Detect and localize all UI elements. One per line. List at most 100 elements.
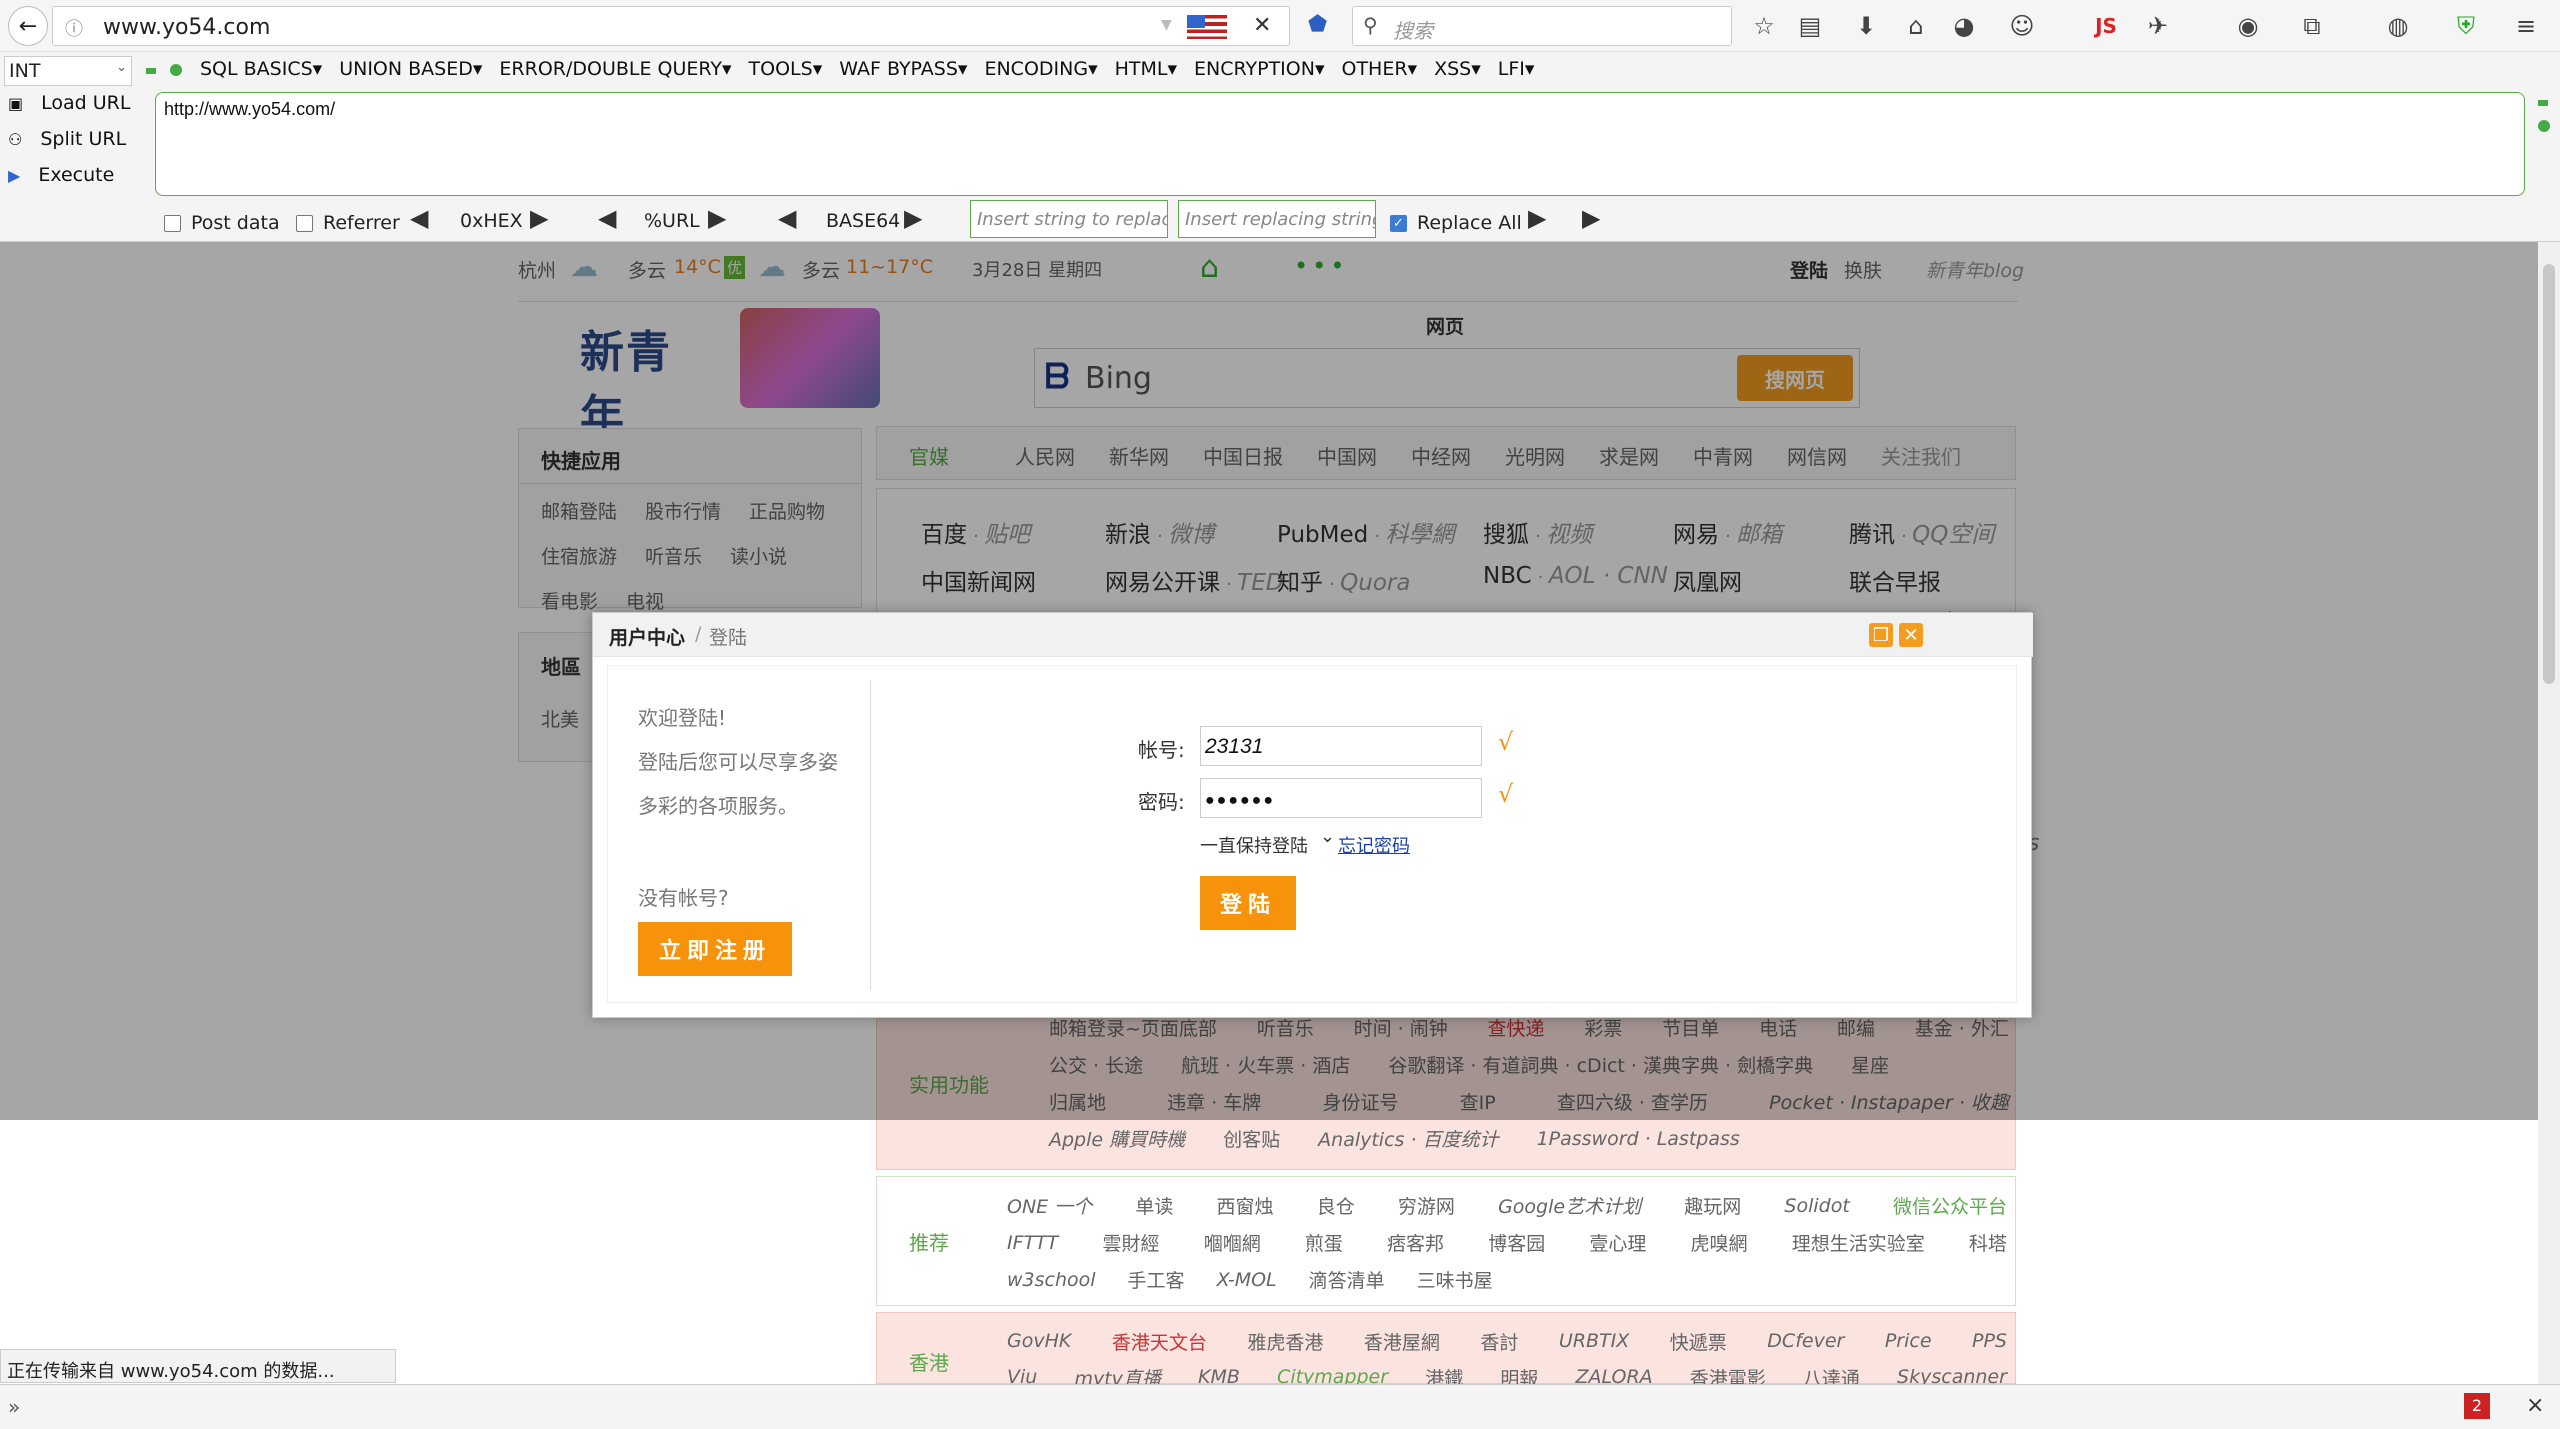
bookmark-star-icon[interactable]: ☆	[1748, 10, 1780, 42]
register-button[interactable]: 立即注册	[638, 922, 792, 976]
link-item[interactable]: 嗰嗰網	[1204, 1229, 1261, 1256]
load-url-button[interactable]: ▣ Load URL	[8, 92, 130, 114]
replace-all-checkbox[interactable]: ✓ Replace All	[1390, 212, 1522, 234]
chevron-down-icon[interactable]: ⌄	[1320, 826, 1335, 847]
link-item[interactable]: 香港屋網	[1364, 1328, 1440, 1355]
extension-icon[interactable]: ⬟	[1308, 12, 1327, 37]
link-item[interactable]: 博客园	[1488, 1229, 1545, 1256]
hackbar-menu-0[interactable]: SQL BASICS▾	[200, 58, 322, 80]
post-data-checkbox[interactable]: Post data	[164, 212, 280, 234]
link-item[interactable]: X-MOL	[1217, 1269, 1277, 1291]
link-item[interactable]: 痞客邦	[1387, 1229, 1444, 1256]
decode-left-arrow-icon[interactable]: ◀	[410, 204, 428, 232]
reading-list-icon[interactable]: ▤	[1794, 10, 1826, 42]
replace-search-input[interactable]: Insert string to replace	[970, 200, 1168, 238]
minus-icon[interactable]	[146, 68, 156, 74]
link-item[interactable]: w3school	[1007, 1269, 1096, 1291]
link-item[interactable]: 雅虎香港	[1247, 1328, 1323, 1355]
link-item[interactable]: 滴答清单	[1309, 1266, 1385, 1293]
decode-left-arrow-icon[interactable]: ◀	[778, 204, 796, 232]
post-data-box[interactable]	[164, 214, 181, 232]
replace-arrow-icon[interactable]: ▶	[1582, 204, 1600, 232]
search-bar[interactable]: ⚲ 搜索	[1352, 6, 1732, 46]
link-item[interactable]: 香港天文台	[1112, 1328, 1207, 1355]
replacement-input[interactable]: Insert replacing string	[1178, 200, 1376, 238]
link-item[interactable]: 单读	[1135, 1192, 1173, 1219]
link-item[interactable]: 快遞票	[1670, 1328, 1727, 1355]
link-item[interactable]: 科塔	[1969, 1229, 2007, 1256]
encode-right-arrow-icon[interactable]: ▶	[708, 204, 726, 232]
link-item[interactable]: 虎嗅網	[1691, 1229, 1748, 1256]
link-item[interactable]: Apple 購買時機	[1049, 1125, 1185, 1152]
link-item[interactable]: 微信公众平台	[1893, 1192, 2007, 1219]
hackbar-menu-2[interactable]: ERROR/DOUBLE QUERY▾	[499, 58, 731, 80]
js-toggle-icon[interactable]: JS	[2090, 10, 2122, 42]
link-item[interactable]: 西窗烛	[1217, 1192, 1274, 1219]
referrer-checkbox[interactable]: Referrer	[296, 212, 400, 234]
link-item[interactable]: 壹心理	[1589, 1229, 1646, 1256]
link-item[interactable]: 1Password · Lastpass	[1537, 1128, 1740, 1150]
forgot-password-link[interactable]: 忘记密码	[1338, 832, 1410, 858]
link-item[interactable]: Google艺术计划	[1498, 1192, 1641, 1219]
account-input[interactable]: 23131	[1200, 726, 1482, 766]
hackbar-menu-5[interactable]: ENCODING▾	[984, 58, 1097, 80]
link-item[interactable]: 雲財經	[1103, 1229, 1160, 1256]
expand-icon[interactable]: »	[8, 1395, 20, 1419]
scroll-thumb[interactable]	[2543, 264, 2555, 684]
hackbar-menu-3[interactable]: TOOLS▾	[749, 58, 823, 80]
link-item[interactable]: 创客贴	[1223, 1125, 1280, 1152]
hackbar-menu-8[interactable]: OTHER▾	[1341, 58, 1417, 80]
mask-icon[interactable]: ◉	[2232, 10, 2264, 42]
encode-right-arrow-icon[interactable]: ▶	[530, 204, 548, 232]
link-item[interactable]: PPS	[1972, 1330, 2007, 1352]
link-item[interactable]: 煎蛋	[1305, 1229, 1343, 1256]
share-icon[interactable]: ⧉	[2296, 10, 2328, 42]
link-item[interactable]: DCfever	[1767, 1330, 1844, 1352]
close-icon[interactable]: ✕	[1899, 623, 1923, 647]
dropdown-icon[interactable]: ▼	[1161, 17, 1172, 33]
link-item[interactable]: URBTIX	[1559, 1330, 1629, 1352]
link-item[interactable]: 趣玩网	[1684, 1192, 1741, 1219]
link-item[interactable]: Analytics · 百度统计	[1318, 1125, 1498, 1152]
password-input[interactable]: ●●●●●●	[1200, 778, 1482, 818]
error-count-badge[interactable]: 2	[2464, 1393, 2490, 1419]
encode-right-arrow-icon[interactable]: ▶	[904, 204, 922, 232]
home-icon[interactable]: ⌂	[1900, 10, 1932, 42]
replace-arrow-icon[interactable]: ▶	[1528, 204, 1546, 232]
link-item[interactable]: ONE 一个	[1007, 1192, 1092, 1219]
back-button[interactable]: ←	[8, 6, 48, 46]
hackbar-menu-6[interactable]: HTML▾	[1115, 58, 1177, 80]
link-item[interactable]: 理想生活实验室	[1792, 1229, 1925, 1256]
menu-icon[interactable]: ≡	[2510, 10, 2542, 42]
keep-login-text[interactable]: 一直保持登陆	[1200, 832, 1308, 858]
decode-left-arrow-icon[interactable]: ◀	[598, 204, 616, 232]
link-item[interactable]: Solidot	[1784, 1195, 1849, 1217]
palette-icon[interactable]: ☺	[2006, 10, 2038, 42]
link-item[interactable]: GovHK	[1007, 1330, 1071, 1352]
hackbar-menu-1[interactable]: UNION BASED▾	[339, 58, 482, 80]
check-icon[interactable]: ✓	[1390, 214, 1407, 232]
referrer-box[interactable]	[296, 214, 313, 232]
profile-icon[interactable]: ◕	[1948, 10, 1980, 42]
hackbar-menu-10[interactable]: LFI▾	[1498, 58, 1535, 80]
login-button[interactable]: 登陆	[1200, 876, 1296, 930]
link-item[interactable]: Price	[1885, 1330, 1932, 1352]
maximize-icon[interactable]: ❐	[1869, 623, 1893, 647]
close-icon[interactable]: ×	[2526, 1393, 2544, 1418]
shield-icon[interactable]: ⛨	[2450, 10, 2482, 42]
add-icon[interactable]	[170, 64, 182, 76]
link-item[interactable]: 手工客	[1128, 1266, 1185, 1293]
bug-icon[interactable]: ✈	[2142, 10, 2174, 42]
link-item[interactable]: 三味书屋	[1417, 1266, 1493, 1293]
link-item[interactable]: 穷游网	[1398, 1192, 1455, 1219]
page-scrollbar[interactable]	[2538, 242, 2560, 1384]
hackbar-menu-9[interactable]: XSS▾	[1434, 58, 1481, 80]
clear-icon[interactable]: ✕	[1253, 13, 1271, 38]
link-item[interactable]: 香討	[1480, 1328, 1518, 1355]
globe-icon[interactable]: ◍	[2382, 10, 2414, 42]
url-textarea[interactable]: http://www.yo54.com/	[155, 92, 2525, 196]
add-icon[interactable]	[2538, 120, 2550, 132]
link-item[interactable]: IFTTT	[1007, 1232, 1058, 1254]
int-select[interactable]: INT ⌄	[4, 56, 132, 86]
minus-icon[interactable]	[2538, 100, 2548, 106]
